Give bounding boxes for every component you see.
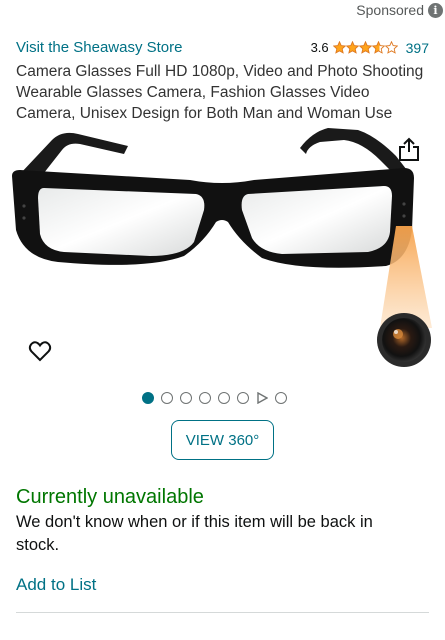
info-icon[interactable]: i xyxy=(428,2,443,18)
image-carousel-indicators[interactable] xyxy=(142,392,287,404)
divider xyxy=(16,612,429,613)
availability-status: Currently unavailable xyxy=(16,486,204,508)
carousel-dot[interactable] xyxy=(218,392,230,404)
sponsored-label[interactable]: Sponsored i xyxy=(356,2,443,18)
carousel-dot[interactable] xyxy=(275,392,287,404)
star-rating-icons xyxy=(332,41,398,54)
rating-value: 3.6 xyxy=(310,40,329,55)
star-empty-icon xyxy=(384,41,398,54)
view-360-button[interactable]: VIEW 360° xyxy=(171,420,274,460)
star-full-icon xyxy=(358,41,372,54)
visit-store-link[interactable]: Visit the Sheawasy Store xyxy=(16,39,182,56)
carousel-dot[interactable] xyxy=(199,392,211,404)
carousel-dot-active[interactable] xyxy=(142,392,154,404)
sponsored-text: Sponsored xyxy=(356,2,424,18)
share-icon[interactable] xyxy=(397,136,421,162)
video-play-icon[interactable] xyxy=(256,392,268,404)
carousel-dot[interactable] xyxy=(161,392,173,404)
star-full-icon xyxy=(332,41,346,54)
product-title: Camera Glasses Full HD 1080p, Video and … xyxy=(16,63,424,122)
store-rating-row: Visit the Sheawasy Store 3.6 397 xyxy=(16,39,429,56)
availability-note: We don't know when or if this item will … xyxy=(16,513,373,554)
carousel-dot[interactable] xyxy=(180,392,192,404)
rating-count-link[interactable]: 397 xyxy=(406,40,429,56)
star-half-icon xyxy=(371,41,385,54)
star-full-icon xyxy=(345,41,359,54)
carousel-dot[interactable] xyxy=(237,392,249,404)
add-to-list-link[interactable]: Add to List xyxy=(16,575,96,595)
product-image[interactable] xyxy=(0,122,445,382)
heart-icon[interactable] xyxy=(28,340,52,362)
rating-summary[interactable]: 3.6 397 xyxy=(311,40,429,56)
